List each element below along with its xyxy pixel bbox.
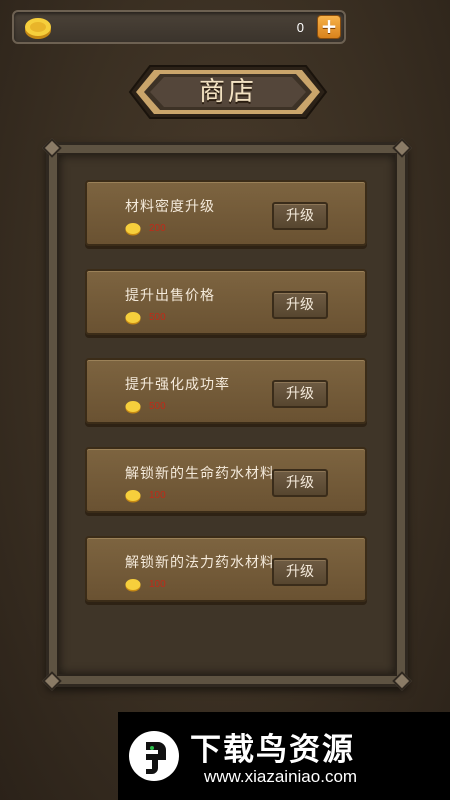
watermark-title: 下载鸟资源 [190, 732, 355, 768]
item-name: 材料密度升级 [125, 199, 215, 215]
add-currency-button[interactable]: + [317, 15, 341, 39]
shop-title-plaque: 商店 [128, 64, 328, 120]
item-cost: 100 [149, 579, 166, 590]
shop-item: 提升出售价格 500 升级 [85, 269, 367, 335]
item-name: 提升出售价格 [125, 288, 215, 304]
shop-item: 材料密度升级 200 升级 [85, 180, 367, 246]
shop-item: 提升强化成功率 500 升级 [85, 358, 367, 424]
shop-item: 解锁新的法力药水材料 100 升级 [85, 536, 367, 602]
shop-item: 解锁新的生命药水材料 100 升级 [85, 447, 367, 513]
item-name: 解锁新的生命药水材料 [125, 466, 275, 482]
item-name: 提升强化成功率 [125, 377, 230, 393]
plus-icon: + [320, 14, 338, 38]
currency-bar: 0 + [12, 10, 346, 44]
upgrade-button[interactable]: 升级 [272, 380, 328, 408]
page-title: 商店 [198, 77, 257, 107]
upgrade-button[interactable]: 升级 [272, 202, 328, 230]
item-cost: 500 [149, 401, 166, 412]
currency-amount: 0 [296, 20, 304, 35]
gold-coin-icon [125, 579, 141, 592]
gold-coin-icon [125, 490, 141, 503]
item-cost: 500 [149, 312, 166, 323]
gold-coin-icon [125, 312, 141, 325]
upgrade-button[interactable]: 升级 [272, 558, 328, 586]
watermark-banner: 下载鸟资源 www.xiazainiao.com [118, 712, 450, 800]
upgrade-button[interactable]: 升级 [272, 291, 328, 319]
watermark-url: www.xiazainiao.com [204, 767, 358, 786]
bird-logo-icon [129, 731, 179, 781]
item-name: 解锁新的法力药水材料 [125, 555, 275, 571]
gold-coin-icon [25, 18, 51, 39]
item-cost: 200 [149, 223, 166, 234]
gold-coin-icon [125, 401, 141, 414]
gold-coin-icon [125, 223, 141, 236]
upgrade-button[interactable]: 升级 [272, 469, 328, 497]
item-cost: 100 [149, 490, 166, 501]
